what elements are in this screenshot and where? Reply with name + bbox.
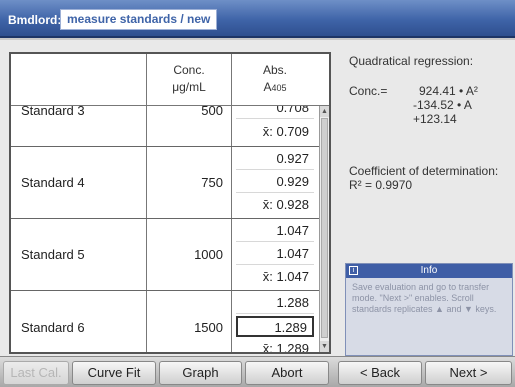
coefficient-block: Coefficient of determination: R² = 0.997…: [349, 164, 499, 192]
info-text: Save evaluation and go to transfer mode.…: [352, 282, 497, 314]
abs-mean: x̄: 1.289: [262, 341, 309, 354]
conc-header-label: Conc.: [173, 63, 205, 77]
abs-value[interactable]: 0.927: [236, 149, 314, 170]
standards-table: Standard 3 500 0.708 x̄: 0.709 Standard …: [9, 52, 331, 354]
next-button[interactable]: Next >: [425, 361, 512, 385]
standard-conc: 1500: [147, 291, 232, 352]
abs-value-edit-field[interactable]: 1.289: [236, 316, 314, 337]
equation-term-3: +123.14: [413, 112, 457, 126]
curve-fit-button[interactable]: Curve Fit: [72, 361, 156, 385]
standard-conc: 750: [147, 147, 232, 218]
regression-title: Quadratical regression:: [349, 54, 474, 68]
standard-name: Standard 4: [11, 147, 147, 218]
conc-unit-label: μg/mL: [172, 80, 206, 94]
column-header-conc: Conc. μg/mL: [147, 54, 232, 106]
equation-label: Conc.=: [349, 84, 388, 98]
column-header-abs: Abs. A405: [232, 54, 318, 106]
title-bar: Bmdlord: measure standards / new: [0, 0, 515, 38]
standard-name: Standard 5: [11, 219, 147, 290]
standard-name: Standard 6: [11, 291, 147, 352]
abs-mean: x̄: 1.047: [262, 269, 309, 284]
button-bar: Last Cal. Curve Fit Graph Abort < Back N…: [0, 356, 515, 387]
abs-wavelength: 405: [271, 83, 287, 93]
abort-button[interactable]: Abort: [245, 361, 329, 385]
regression-equation: 924.41 • A² -134.52 • A +123.14: [405, 84, 478, 126]
app-name: Bmdlord:: [8, 13, 62, 27]
column-header-name: [11, 54, 147, 106]
info-icon: i: [349, 266, 358, 275]
info-header: i Info: [346, 264, 512, 278]
main-panel: Standard 3 500 0.708 x̄: 0.709 Standard …: [0, 40, 515, 356]
standard-conc: 1000: [147, 219, 232, 290]
abs-mean: x̄: 0.928: [262, 197, 309, 212]
info-title: Info: [420, 265, 438, 276]
abs-value[interactable]: 1.288: [236, 293, 314, 314]
back-button[interactable]: < Back: [338, 361, 422, 385]
abs-mean: x̄: 0.709: [262, 124, 309, 139]
abs-cell: 1.047 1.047 x̄: 1.047: [232, 219, 318, 290]
r-squared-value: R² = 0.9970: [349, 178, 413, 192]
scroll-thumb[interactable]: [321, 118, 328, 338]
info-box: i Info Save evaluation and go to transfe…: [345, 263, 513, 356]
abs-value[interactable]: 1.047: [236, 244, 314, 265]
last-cal-button[interactable]: Last Cal.: [3, 361, 69, 385]
abs-header-label: Abs.: [262, 63, 287, 77]
abs-cell: 1.288 1.289 x̄: 1.289: [232, 291, 318, 354]
table-row[interactable]: Standard 4 750 0.927 0.929 x̄: 0.928: [11, 147, 319, 219]
coefficient-label: Coefficient of determination:: [349, 164, 499, 178]
table-row[interactable]: Standard 6 1500 1.288 1.289 x̄: 1.289: [11, 291, 319, 354]
table-row[interactable]: Standard 5 1000 1.047 1.047 x̄: 1.047: [11, 219, 319, 291]
abs-value[interactable]: 1.047: [236, 221, 314, 242]
equation-term-2: -134.52 • A: [413, 98, 472, 112]
abs-cell: 0.927 0.929 x̄: 0.928: [232, 147, 318, 218]
equation-term-1: 924.41 • A²: [419, 84, 478, 98]
scroll-up-icon[interactable]: ▲: [320, 106, 329, 117]
table-scrollbar[interactable]: ▲ ▼: [319, 106, 329, 352]
table-header: Conc. μg/mL Abs. A405: [11, 54, 329, 106]
graph-button[interactable]: Graph: [159, 361, 242, 385]
breadcrumb: measure standards / new: [60, 9, 218, 30]
scroll-down-icon[interactable]: ▼: [320, 341, 329, 352]
abs-value[interactable]: 0.929: [236, 172, 314, 193]
